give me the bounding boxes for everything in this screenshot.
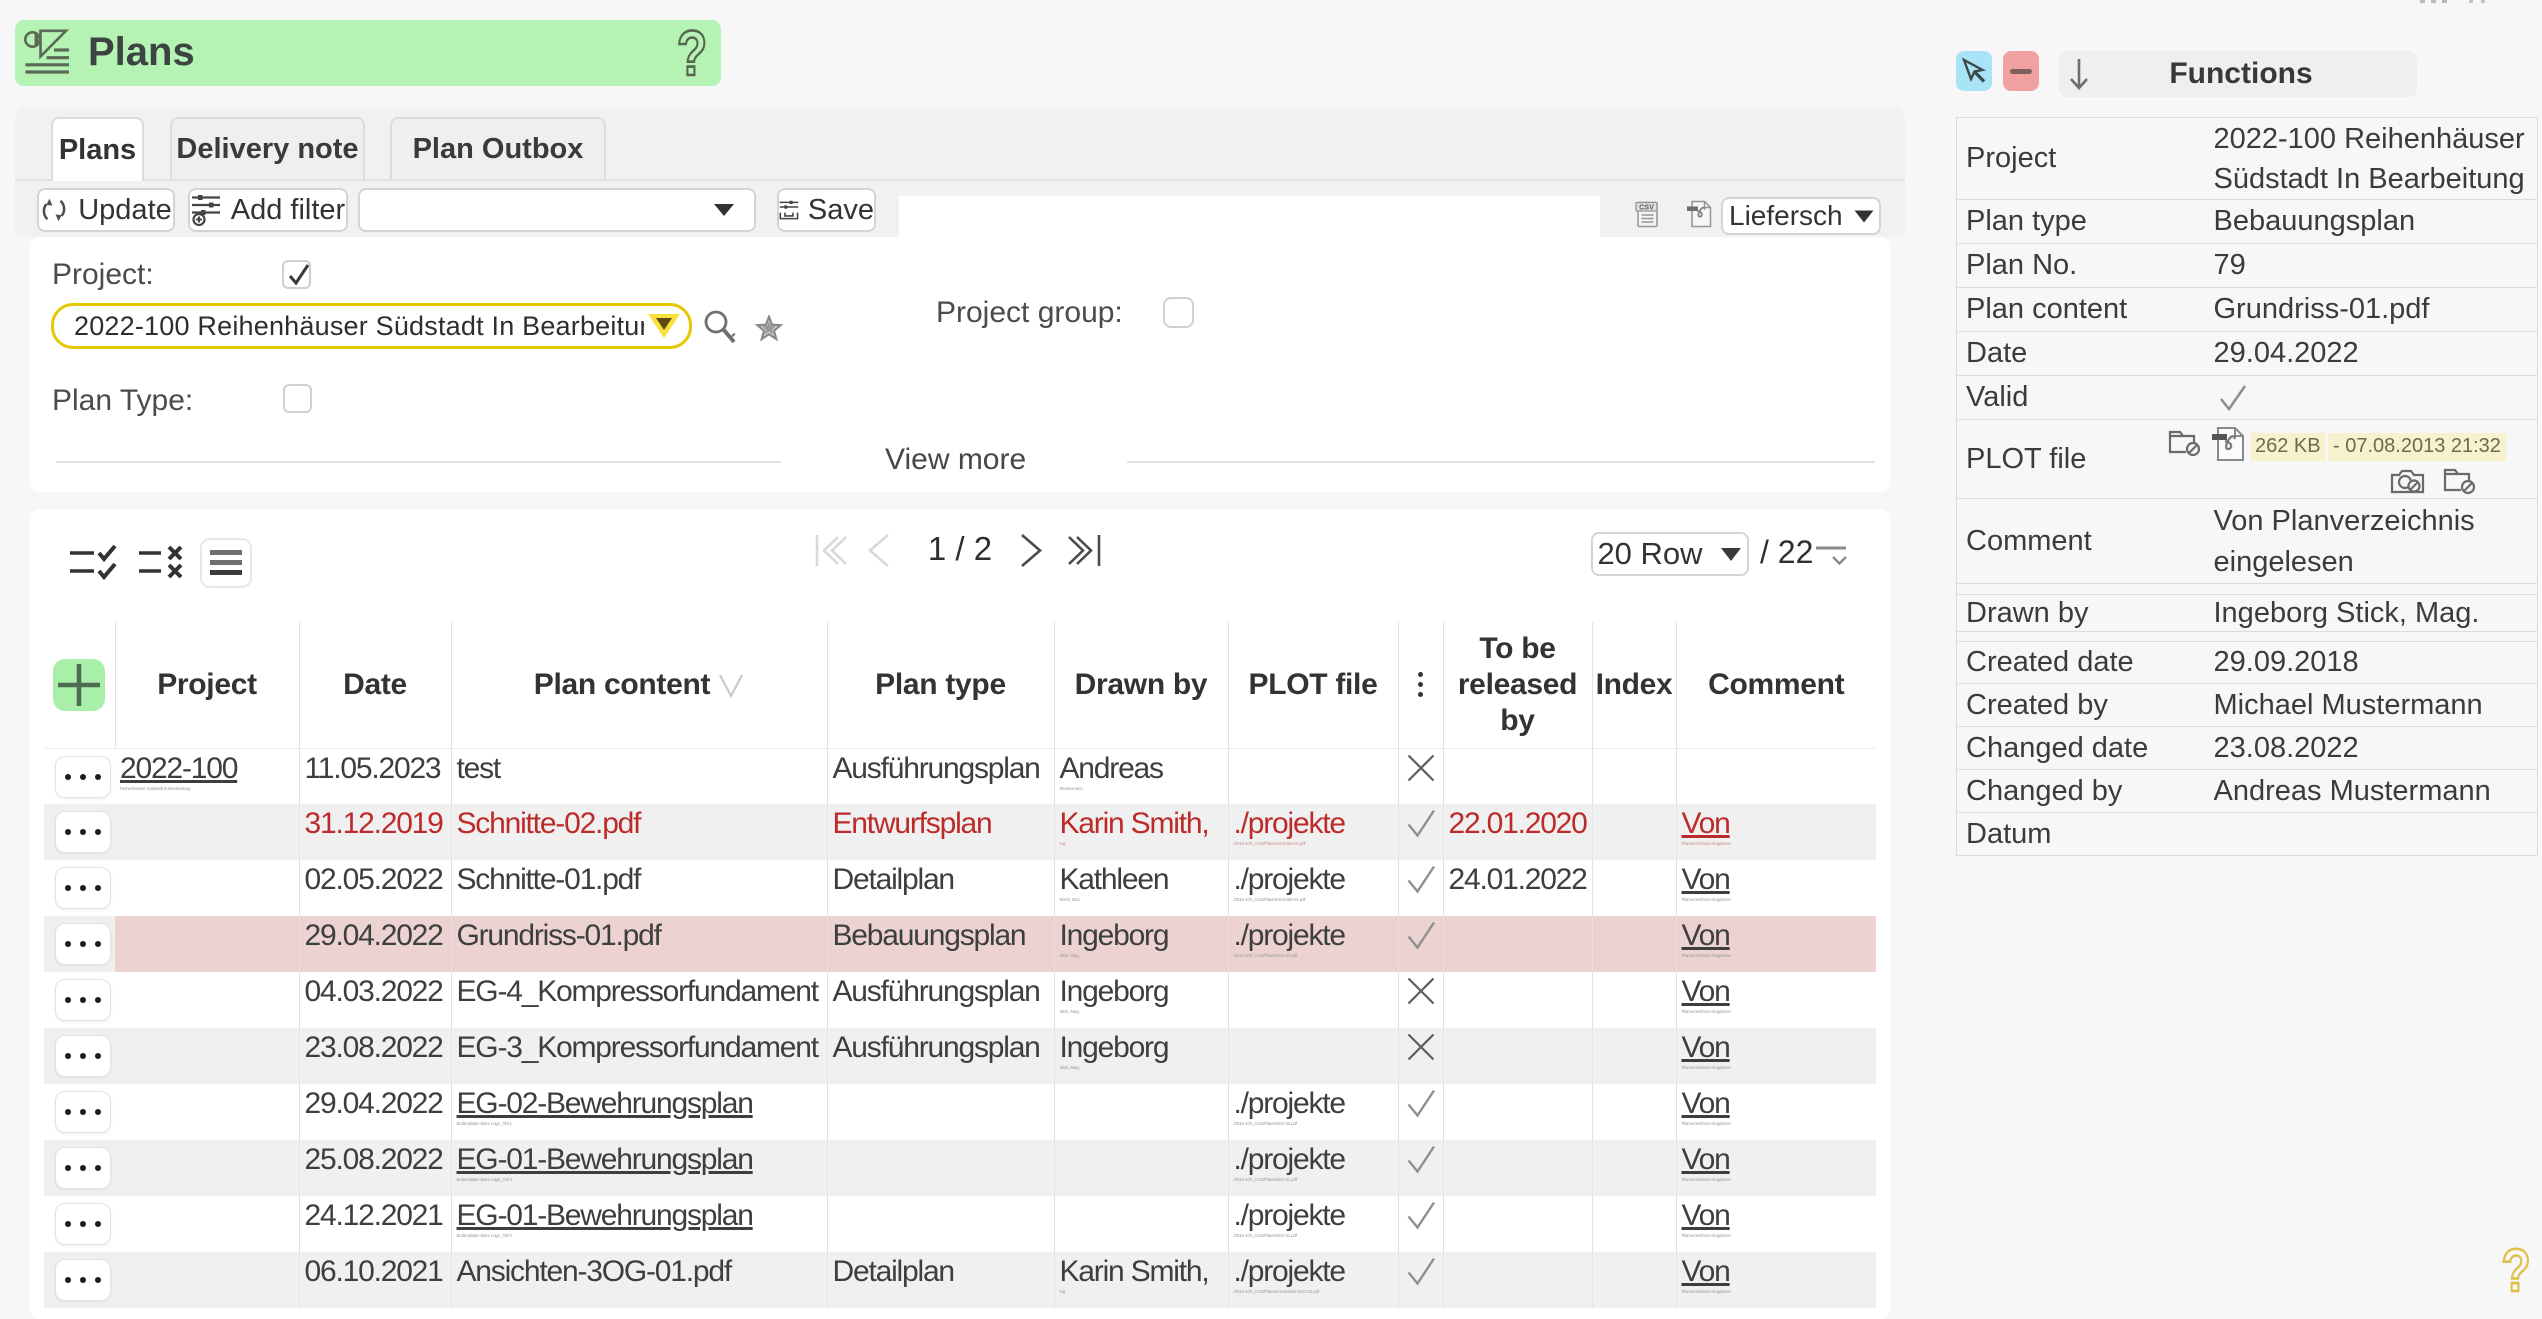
svg-text:CSV: CSV — [1639, 203, 1654, 212]
